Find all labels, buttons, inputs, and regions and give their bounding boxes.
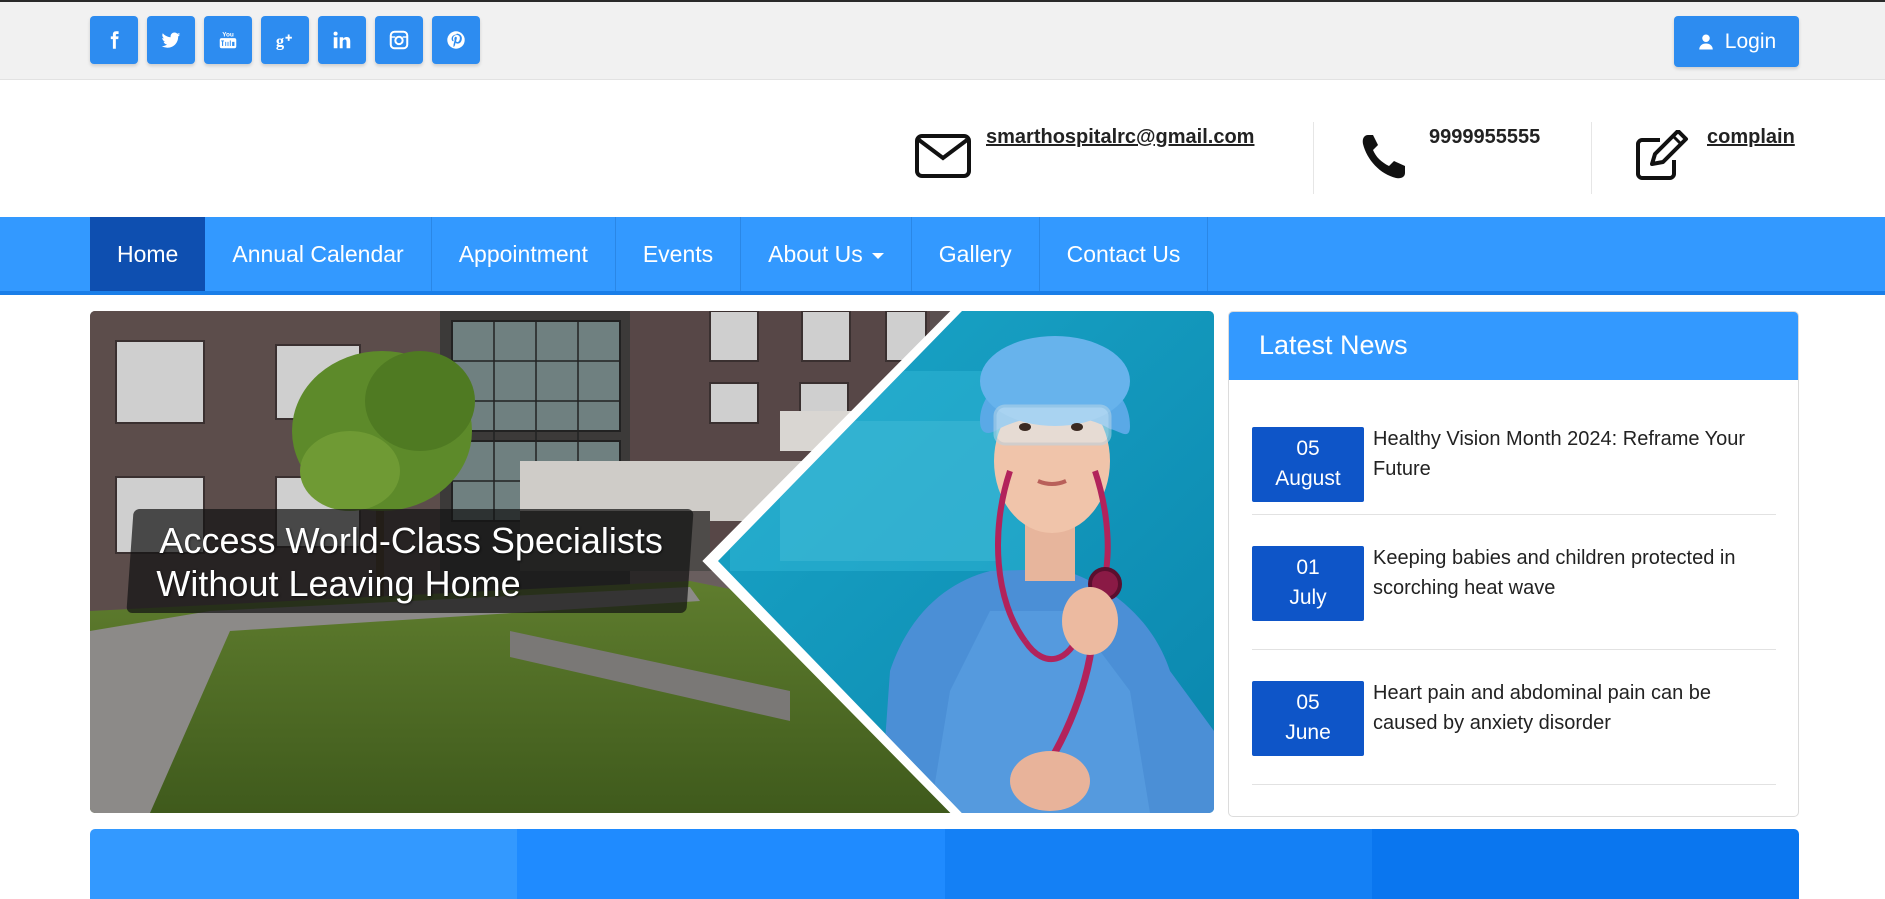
nav-label: Appointment bbox=[458, 240, 588, 267]
date-month: June bbox=[1285, 721, 1331, 744]
email-contact: smarthospitalrc@gmail.com bbox=[913, 126, 1254, 182]
top-bar: You g Login bbox=[0, 0, 1885, 80]
nav-item-about-us[interactable]: About Us bbox=[741, 217, 912, 291]
nav-label: Gallery bbox=[938, 240, 1012, 267]
social-links: You g bbox=[90, 16, 480, 64]
nav-item-gallery[interactable]: Gallery bbox=[912, 217, 1040, 291]
divider bbox=[1591, 122, 1592, 194]
linkedin-icon[interactable] bbox=[318, 16, 366, 64]
pinterest-icon[interactable] bbox=[432, 16, 480, 64]
feature-tile[interactable] bbox=[944, 829, 1372, 899]
date-badge: 01 July bbox=[1252, 546, 1364, 621]
news-item[interactable]: 05 August Healthy Vision Month 2024: Ref… bbox=[1252, 380, 1776, 515]
phone-icon bbox=[1362, 135, 1405, 179]
latest-news-panel: Latest News 05 August Healthy Vision Mon… bbox=[1228, 311, 1799, 817]
news-title[interactable]: Healthy Vision Month 2024: Reframe Your … bbox=[1373, 424, 1776, 484]
news-item[interactable]: 01 July Keeping babies and children prot… bbox=[1252, 515, 1776, 650]
date-badge: 05 June bbox=[1252, 681, 1364, 756]
nav-label: Home bbox=[117, 240, 179, 267]
svg-text:g: g bbox=[276, 31, 285, 50]
login-label: Login bbox=[1724, 29, 1777, 53]
facebook-icon[interactable] bbox=[90, 16, 138, 64]
instagram-icon[interactable] bbox=[375, 16, 423, 64]
nav-label: Contact Us bbox=[1066, 240, 1181, 267]
feature-strip bbox=[90, 829, 1799, 899]
nav-item-contact-us[interactable]: Contact Us bbox=[1040, 217, 1209, 291]
caret-down-icon bbox=[871, 252, 884, 259]
date-month: July bbox=[1289, 586, 1327, 609]
hero-slider[interactable]: Access World-Class Specialists Without L… bbox=[90, 311, 1214, 813]
complain-contact: complain bbox=[1634, 126, 1795, 182]
nav-item-home[interactable]: Home bbox=[90, 217, 206, 291]
date-badge: 05 August bbox=[1252, 427, 1364, 502]
user-icon bbox=[1699, 34, 1713, 49]
nav-label: About Us bbox=[768, 240, 863, 267]
news-item[interactable]: 05 June Heart pain and abdominal pain ca… bbox=[1252, 650, 1776, 785]
nav-label: Annual Calendar bbox=[232, 240, 404, 267]
date-day: 05 bbox=[1296, 691, 1320, 714]
svg-text:You: You bbox=[222, 31, 234, 38]
feature-tile[interactable] bbox=[90, 829, 518, 899]
edit-icon bbox=[1636, 130, 1688, 180]
login-button[interactable]: Login bbox=[1674, 16, 1799, 67]
date-month: August bbox=[1275, 467, 1341, 490]
nav-item-events[interactable]: Events bbox=[616, 217, 742, 291]
feature-tile[interactable] bbox=[517, 829, 945, 899]
news-title[interactable]: Heart pain and abdominal pain can be cau… bbox=[1373, 678, 1776, 738]
nav-label: Events bbox=[642, 240, 714, 267]
date-day: 05 bbox=[1296, 437, 1320, 460]
phone-contact: 9999955555 bbox=[1360, 126, 1540, 182]
google-plus-icon[interactable]: g bbox=[261, 16, 309, 64]
phone-number: 9999955555 bbox=[1429, 126, 1541, 148]
nav-item-appointment[interactable]: Appointment bbox=[432, 217, 616, 291]
main-nav: Home Annual Calendar Appointment Events … bbox=[0, 217, 1885, 295]
hero-caption: Access World-Class Specialists Without L… bbox=[126, 509, 694, 613]
news-title[interactable]: Keeping babies and children protected in… bbox=[1373, 543, 1776, 603]
envelope-icon bbox=[915, 134, 971, 178]
news-list: 05 August Healthy Vision Month 2024: Ref… bbox=[1229, 380, 1798, 785]
twitter-icon[interactable] bbox=[147, 16, 195, 64]
hero-caption-line1: Access World-Class Specialists bbox=[159, 520, 663, 561]
hero-caption-line2: Without Leaving Home bbox=[156, 563, 521, 604]
date-day: 01 bbox=[1296, 556, 1320, 579]
divider bbox=[1313, 122, 1314, 194]
email-link[interactable]: smarthospitalrc@gmail.com bbox=[986, 126, 1254, 149]
news-heading: Latest News bbox=[1229, 312, 1798, 380]
nav-item-annual-calendar[interactable]: Annual Calendar bbox=[205, 217, 432, 291]
complain-link[interactable]: complain bbox=[1707, 126, 1795, 149]
feature-tile[interactable] bbox=[1371, 829, 1799, 899]
youtube-icon[interactable]: You bbox=[204, 16, 252, 64]
